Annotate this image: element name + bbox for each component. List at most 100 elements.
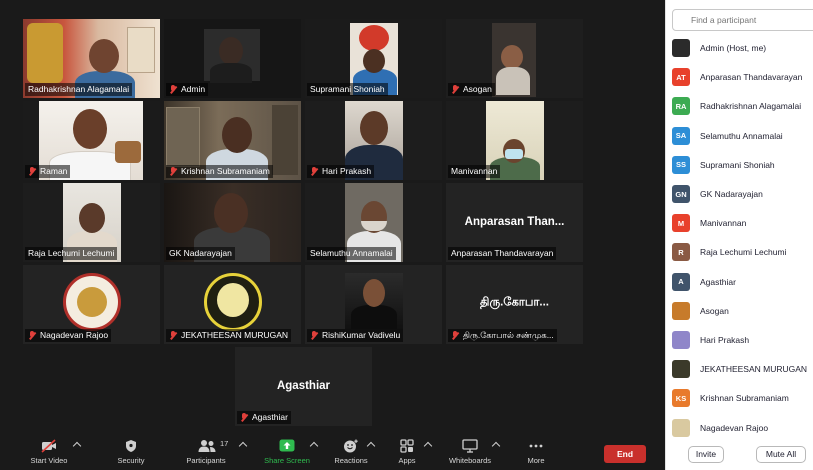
video-tile-no-video[interactable]: திரு.கோபா... திரு.கோபால் சண்முக... [446, 265, 583, 344]
participant-list-item[interactable]: R Raja Lechumi Lechumi [672, 242, 813, 262]
security-button[interactable]: Security [99, 438, 163, 468]
avatar: AT [672, 68, 690, 87]
avatar: R [672, 243, 690, 262]
participant-list-name: GK Nadarayajan [700, 189, 763, 199]
more-button[interactable]: More [504, 438, 568, 468]
participant-list-item[interactable]: GN GK Nadarayajan [672, 184, 813, 204]
video-tile[interactable]: Radhakrishnan Alagamalai [23, 19, 160, 98]
video-tile[interactable]: Raja Lechumi Lechumi [23, 183, 160, 262]
muted-mic-icon [451, 85, 459, 94]
name-tag: Raja Lechumi Lechumi [25, 247, 118, 260]
participant-list-name: Radhakrishnan Alagamalai [700, 101, 802, 112]
name-tag: Anparasan Thandavarayan [448, 247, 557, 260]
avatar: SS [672, 155, 690, 174]
participant-list-item[interactable]: Admin (Host, me) [672, 38, 813, 58]
whiteboards-button[interactable]: Whiteboards [438, 438, 502, 468]
participant-list-name: Krishnan Subramaniam [700, 393, 789, 404]
participant-list-item[interactable]: Asogan [672, 301, 813, 321]
participant-name: JEKATHEESAN MURUGAN [181, 330, 289, 340]
shield-icon [123, 439, 139, 453]
video-tile[interactable]: RishiKumar Vadivelu [305, 265, 442, 344]
avatar-initials: A [678, 277, 684, 287]
participant-name: Admin [181, 84, 206, 94]
participant-list-name: Supramani Shoniah [700, 159, 775, 170]
video-tile-no-video[interactable]: Anparasan Than... Anparasan Thandavaraya… [446, 183, 583, 262]
participant-display-name: Anparasan Than... [464, 215, 565, 228]
participant-list-item[interactable]: SA Selamuthu Annamalai [672, 126, 813, 146]
avatar: RA [672, 97, 690, 116]
video-tile[interactable]: Hari Prakash [305, 101, 442, 180]
avatar-initials: SS [675, 160, 686, 170]
mute-all-button[interactable]: Mute All [756, 446, 806, 463]
participant-list-item[interactable]: Nagadevan Rajoo [672, 418, 813, 438]
muted-mic-icon [240, 413, 248, 422]
participant-name: Manivannan [451, 166, 498, 176]
participants-options-chevron-icon[interactable] [238, 441, 248, 451]
participant-list-item[interactable]: JEKATHEESAN MURUGAN [672, 359, 813, 379]
muted-mic-icon [451, 331, 459, 340]
participant-name: Asogan [463, 84, 492, 94]
find-participant-input[interactable] [672, 9, 813, 31]
avatar [672, 39, 690, 57]
video-tile[interactable]: Asogan [446, 19, 583, 98]
participant-name: Hari Prakash [322, 166, 372, 176]
participant-list-name: Selamuthu Annamalai [700, 130, 783, 141]
video-tile[interactable]: Manivannan [446, 101, 583, 180]
apps-icon [399, 439, 415, 453]
participant-list-item[interactable]: RA Radhakrishnan Alagamalai [672, 96, 813, 116]
video-tile[interactable]: Nagadevan Rajoo [23, 265, 160, 344]
participant-name: Radhakrishnan Alagamalai [28, 84, 130, 94]
name-tag: GK Nadarayajan [166, 247, 235, 260]
video-tile[interactable]: JEKATHEESAN MURUGAN [164, 265, 301, 344]
name-tag: Selamuthu Annamalai [307, 247, 396, 260]
name-tag: Agasthiar [237, 411, 291, 424]
reactions-button[interactable]: Reactions [319, 438, 383, 468]
name-tag: Manivannan [448, 165, 501, 178]
participant-name: Raman [40, 166, 68, 176]
participants-panel: Admin (Host, me) AT Anparasan Thandavaraya… [665, 0, 813, 470]
name-tag: Raman [25, 165, 71, 178]
whiteboard-icon [462, 439, 478, 453]
gallery-view: Radhakrishnan Alagamalai Admin Supramani… [0, 0, 665, 470]
participant-list-item[interactable]: AT Anparasan Thandavarayan [672, 67, 813, 87]
muted-mic-icon [310, 167, 318, 176]
name-tag: RishiKumar Vadivelu [307, 329, 404, 342]
video-tile-active-speaker[interactable]: Supramani Shoniah [305, 19, 442, 98]
participant-list-name: Asogan [700, 305, 729, 316]
avatar-initials: KS [675, 393, 687, 403]
participant-name: Nagadevan Rajoo [40, 330, 109, 340]
participant-list-item[interactable]: A Agasthiar [672, 272, 813, 292]
invite-button[interactable]: Invite [688, 446, 724, 463]
meeting-toolbar: Start Video Security 17 Participants Sha… [0, 434, 665, 470]
end-meeting-button[interactable]: End [604, 445, 646, 463]
participant-name: திரு.கோபால் சண்முக... [463, 330, 554, 340]
smiley-icon [343, 439, 359, 453]
participants-button[interactable]: 17 Participants [174, 438, 238, 468]
avatar [672, 418, 690, 437]
avatar: A [672, 272, 690, 291]
video-tile-no-video[interactable]: Agasthiar Agasthiar [235, 347, 372, 426]
more-dots-icon [528, 439, 544, 453]
participant-name: Agasthiar [252, 412, 288, 422]
name-tag: JEKATHEESAN MURUGAN [166, 329, 292, 342]
participant-list-item[interactable]: KS Krishnan Subramaniam [672, 388, 813, 408]
participant-name: Anparasan Thandavarayan [451, 248, 554, 258]
video-tile[interactable]: Krishnan Subramaniam [164, 101, 301, 180]
participant-list-name: Manivannan [700, 218, 747, 229]
participant-list-item[interactable]: M Manivannan [672, 213, 813, 233]
avatar-initials: AT [676, 72, 686, 82]
name-tag: Nagadevan Rajoo [25, 329, 112, 342]
video-tile[interactable]: Raman [23, 101, 160, 180]
video-tile[interactable]: Selamuthu Annamalai [305, 183, 442, 262]
video-tile[interactable]: Admin [164, 19, 301, 98]
avatar [672, 360, 690, 379]
avatar-initials: R [678, 247, 684, 257]
video-tile[interactable]: GK Nadarayajan [164, 183, 301, 262]
start-video-button[interactable]: Start Video [17, 438, 81, 468]
participant-list-item[interactable]: SS Supramani Shoniah [672, 155, 813, 175]
participant-list-name: Raja Lechumi Lechumi [700, 247, 787, 258]
share-screen-button[interactable]: Share Screen [255, 438, 319, 468]
participant-list-item[interactable]: Hari Prakash [672, 330, 813, 350]
video-off-icon [41, 439, 57, 453]
participant-count: 17 [220, 439, 229, 448]
